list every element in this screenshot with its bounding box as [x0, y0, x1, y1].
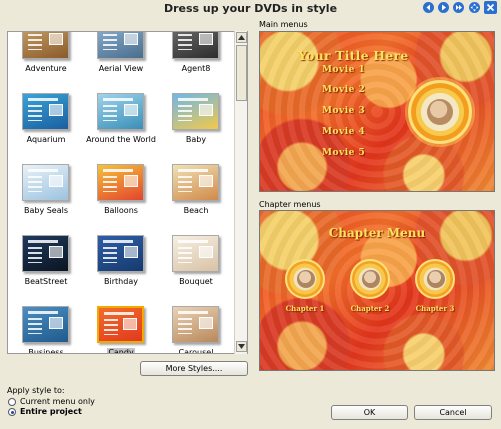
style-item[interactable]: Carousel: [158, 306, 230, 353]
style-thumbnail[interactable]: [97, 93, 144, 130]
main-menu-title: Your Title Here: [298, 48, 409, 63]
chapter-label: Chapter 1: [285, 304, 325, 313]
style-item[interactable]: Adventure: [8, 32, 80, 94]
style-label: BeatStreet: [24, 277, 68, 286]
style-thumbnail[interactable]: [97, 235, 144, 272]
style-item[interactable]: Baby Seals: [8, 164, 80, 236]
style-thumbnail[interactable]: [97, 306, 144, 343]
current-menu-label[interactable]: Current menu only: [20, 397, 95, 406]
style-thumbnail[interactable]: [22, 164, 69, 201]
style-item[interactable]: Business: [8, 306, 80, 353]
style-label: Aerial View: [98, 64, 144, 73]
scroll-up-arrow-icon[interactable]: [236, 32, 247, 43]
style-label: Around the World: [86, 135, 156, 144]
back-icon[interactable]: [422, 1, 435, 14]
title-bar: Dress up your DVDs in style: [0, 0, 501, 17]
style-item[interactable]: Agent8: [158, 32, 230, 94]
style-item[interactable]: Candy: [83, 306, 155, 353]
style-thumbnail[interactable]: [22, 235, 69, 272]
more-styles-button[interactable]: More Styles....: [140, 361, 248, 376]
style-item[interactable]: BeatStreet: [8, 235, 80, 307]
chapter-photo: [415, 259, 455, 299]
style-label: Carousel: [178, 348, 214, 354]
style-label: Baby: [185, 135, 207, 144]
chapter-photo: [350, 259, 390, 299]
style-item[interactable]: Aerial View: [83, 32, 155, 94]
style-thumbnail[interactable]: [97, 32, 144, 59]
style-thumbnail[interactable]: [97, 164, 144, 201]
gallery-scrollbar[interactable]: [234, 31, 247, 354]
entire-project-radio[interactable]: [8, 408, 16, 416]
main-menu-preview: Your Title Here Movie 1 Movie 2 Movie 3 …: [259, 31, 495, 192]
main-menus-label: Main menus: [259, 20, 308, 29]
style-label: Adventure: [25, 64, 67, 73]
style-label: Balloons: [104, 206, 138, 215]
style-thumbnail[interactable]: [172, 235, 219, 272]
style-label: Candy: [83, 348, 159, 353]
style-label: Agent8: [181, 64, 211, 73]
style-item[interactable]: Birthday: [83, 235, 155, 307]
scroll-down-arrow-icon[interactable]: [236, 341, 247, 352]
move-icon[interactable]: [468, 1, 481, 14]
ok-button[interactable]: OK: [331, 405, 408, 420]
style-thumbnail[interactable]: [172, 32, 219, 59]
chapter-menus-label: Chapter menus: [259, 200, 321, 209]
style-item[interactable]: Beach: [158, 164, 230, 236]
style-item[interactable]: Around the World: [83, 93, 156, 165]
style-thumbnail[interactable]: [172, 164, 219, 201]
apply-style-label: Apply style to:: [7, 386, 65, 395]
main-menu-photo: [408, 80, 472, 144]
style-item[interactable]: Balloons: [83, 164, 155, 236]
forward-icon[interactable]: [452, 1, 465, 14]
movie-item: Movie 2: [322, 85, 366, 95]
style-item[interactable]: Aquarium: [8, 93, 80, 165]
style-label: Baby Seals: [23, 206, 69, 215]
style-item[interactable]: Bouquet: [158, 235, 230, 307]
style-label: Birthday: [104, 277, 138, 286]
style-item[interactable]: Baby: [158, 93, 230, 165]
movie-item: Movie 1: [322, 65, 366, 75]
style-thumbnail[interactable]: [22, 93, 69, 130]
movie-item: Movie 4: [322, 127, 366, 137]
entire-project-label[interactable]: Entire project: [20, 407, 82, 416]
style-label: Beach: [183, 206, 209, 215]
chapter-menu-preview: Chapter Menu Chapter 1 Chapter 2 Chapter…: [259, 210, 495, 371]
style-label: Aquarium: [26, 135, 66, 144]
play-icon[interactable]: [437, 1, 450, 14]
close-icon[interactable]: [484, 1, 497, 14]
style-thumbnail[interactable]: [22, 306, 69, 343]
chapter-label: Chapter 3: [415, 304, 455, 313]
style-label: Bouquet: [179, 277, 213, 286]
movie-item: Movie 3: [322, 106, 366, 116]
movie-item: Movie 5: [322, 148, 366, 158]
chapter-menu-title: Chapter Menu: [328, 226, 426, 240]
style-gallery[interactable]: Adventure Aerial View Agent8 Aquarium Around…: [7, 31, 248, 354]
scrollbar-thumb[interactable]: [236, 45, 247, 101]
chapter-label: Chapter 2: [350, 304, 390, 313]
current-menu-radio[interactable]: [8, 398, 16, 406]
cancel-button[interactable]: Cancel: [414, 405, 492, 420]
style-thumbnail[interactable]: [172, 306, 219, 343]
style-thumbnail[interactable]: [22, 32, 69, 59]
style-thumbnail[interactable]: [172, 93, 219, 130]
chapter-photo: [285, 259, 325, 299]
style-label: Business: [28, 348, 64, 354]
